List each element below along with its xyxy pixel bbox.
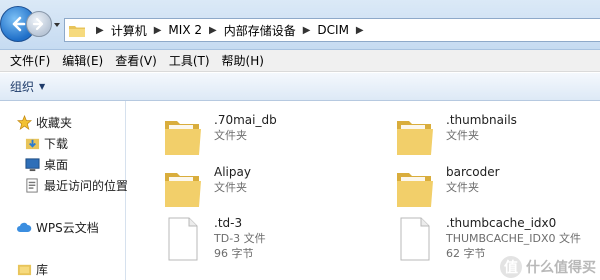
command-bar: 组织 ▼: [0, 73, 600, 101]
folder-icon: [69, 25, 85, 37]
nav-label: 下载: [44, 136, 69, 151]
nav-label: 收藏夹: [36, 115, 73, 130]
download-folder-icon: [24, 135, 40, 151]
organize-label: 组织: [10, 80, 35, 94]
nav-desktop[interactable]: 桌面: [24, 154, 68, 174]
nav-wps-cloud[interactable]: WPS云文档: [16, 217, 99, 237]
menu-help[interactable]: 帮助(H): [216, 52, 270, 69]
file-type: TD-3 文件: [214, 232, 266, 245]
folder-icon: [165, 121, 201, 155]
recent-places-icon: [24, 177, 40, 193]
chevron-right-icon[interactable]: ▶: [356, 25, 364, 36]
chevron-down-icon: ▼: [39, 82, 46, 91]
arrow-right-icon: [32, 17, 44, 31]
breadcrumb-internal-storage[interactable]: 内部存储设备 ▶: [224, 22, 318, 39]
file-icon: [168, 217, 198, 261]
forward-button[interactable]: [26, 11, 52, 37]
watermark-text: 什么值得买: [526, 260, 596, 276]
chevron-right-icon[interactable]: ▶: [209, 25, 217, 36]
file-name: barcoder: [446, 165, 500, 179]
arrow-left-icon: [12, 16, 26, 32]
menu-view[interactable]: 查看(V): [109, 52, 163, 69]
library-icon: [16, 261, 32, 277]
chevron-right-icon: ▶: [96, 24, 104, 36]
history-dropdown-icon[interactable]: [53, 21, 61, 29]
file-tile[interactable]: .70mai_db 文件夹: [163, 111, 393, 163]
file-type: 文件夹: [446, 181, 479, 194]
nav-label: 桌面: [44, 157, 69, 172]
address-bar[interactable]: ▶ 计算机 ▶ MIX 2 ▶ 内部存储设备 ▶ DCIM ▶: [64, 18, 600, 42]
nav-libraries[interactable]: 库: [16, 259, 48, 279]
folder-icon: [397, 173, 433, 207]
watermark-badge: 值: [500, 256, 522, 278]
file-list: .70mai_db 文件夹 .thumbnails 文件夹 Alipay 文件夹: [127, 101, 600, 280]
navigation-pane: 收藏夹 下载 桌面 最近访问的位置 WPS云文档 库: [0, 101, 128, 280]
file-type: 文件夹: [214, 181, 247, 194]
nav-recent-places[interactable]: 最近访问的位置: [24, 175, 128, 195]
menu-edit[interactable]: 编辑(E): [56, 52, 109, 69]
star-icon: [16, 114, 32, 130]
watermark: 值 什么值得买: [500, 256, 596, 278]
file-name: Alipay: [214, 165, 251, 179]
folder-icon: [397, 121, 433, 155]
nav-label: 库: [36, 262, 49, 277]
menu-tools[interactable]: 工具(T): [163, 52, 216, 69]
breadcrumb-label: 内部存储设备: [223, 23, 296, 38]
file-size: 96 字节: [214, 247, 254, 260]
file-type: 文件夹: [214, 129, 247, 142]
file-type: THUMBCACHE_IDX0 文件: [446, 232, 582, 245]
file-tile[interactable]: Alipay 文件夹: [163, 163, 393, 215]
nav-downloads[interactable]: 下载: [24, 133, 68, 153]
chevron-right-icon[interactable]: ▶: [154, 25, 162, 36]
breadcrumb-label: MIX 2: [168, 23, 202, 37]
file-icon: [400, 217, 430, 261]
nav-label: 最近访问的位置: [44, 178, 129, 193]
file-tile[interactable]: barcoder 文件夹: [395, 163, 600, 215]
folder-icon: [165, 173, 201, 207]
address-toolbar: ▶ 计算机 ▶ MIX 2 ▶ 内部存储设备 ▶ DCIM ▶: [0, 0, 600, 50]
file-type: 文件夹: [446, 129, 479, 142]
file-tile[interactable]: .td-3 TD-3 文件 96 字节: [163, 214, 393, 266]
nav-favorites[interactable]: 收藏夹: [16, 112, 72, 132]
organize-button[interactable]: 组织 ▼: [10, 78, 45, 95]
breadcrumb-computer[interactable]: 计算机 ▶: [111, 22, 169, 39]
breadcrumb-label: 计算机: [110, 23, 147, 38]
cloud-icon: [16, 219, 32, 235]
breadcrumb-dcim[interactable]: DCIM ▶: [317, 23, 370, 37]
file-name: .thumbnails: [446, 113, 517, 127]
nav-label: WPS云文档: [36, 220, 99, 235]
breadcrumb-root-arrow[interactable]: ▶: [89, 25, 111, 36]
file-name: .thumbcache_idx0: [446, 216, 557, 230]
breadcrumb-label: DCIM: [317, 23, 349, 37]
chevron-right-icon[interactable]: ▶: [303, 25, 311, 36]
menu-bar: 文件(F) 编辑(E) 查看(V) 工具(T) 帮助(H): [0, 50, 600, 72]
file-name: .td-3: [214, 216, 243, 230]
desktop-icon: [24, 156, 40, 172]
menu-file[interactable]: 文件(F): [4, 52, 56, 69]
file-name: .70mai_db: [214, 113, 277, 127]
breadcrumb-device[interactable]: MIX 2 ▶: [168, 23, 223, 37]
file-tile[interactable]: .thumbnails 文件夹: [395, 111, 600, 163]
